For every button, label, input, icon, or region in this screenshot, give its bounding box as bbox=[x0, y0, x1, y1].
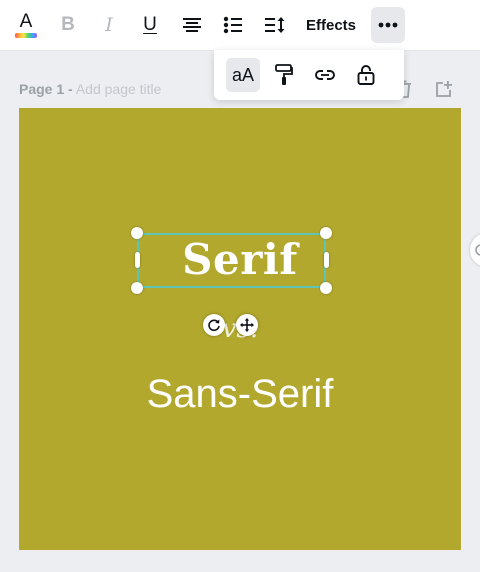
rotate-icon bbox=[208, 319, 220, 332]
more-dots-icon bbox=[378, 22, 398, 28]
add-page-button[interactable] bbox=[435, 80, 453, 103]
side-panel-toggle[interactable] bbox=[470, 233, 480, 267]
rainbow-bar-icon bbox=[15, 33, 37, 38]
bullet-list-icon bbox=[223, 16, 242, 34]
underline-button[interactable]: U bbox=[138, 7, 162, 43]
paint-roller-icon bbox=[275, 64, 293, 85]
underline-glyph: U bbox=[143, 14, 157, 35]
resize-handle-right[interactable] bbox=[324, 252, 329, 268]
page-number-label: Page 1 - bbox=[19, 81, 73, 97]
link-icon bbox=[315, 70, 335, 80]
text-toolbar: A B I U Effects bbox=[0, 0, 480, 51]
move-icon bbox=[240, 318, 254, 332]
text-case-label: aA bbox=[231, 64, 255, 85]
list-button[interactable] bbox=[221, 7, 245, 43]
lock-open-icon bbox=[357, 65, 375, 85]
line-spacing-icon bbox=[265, 17, 285, 33]
spacing-button[interactable] bbox=[262, 7, 288, 43]
align-center-button[interactable] bbox=[180, 7, 204, 43]
copy-style-button[interactable] bbox=[267, 58, 301, 92]
effects-label: Effects bbox=[305, 16, 357, 34]
resize-handle-top-left[interactable] bbox=[131, 227, 143, 239]
selection-box bbox=[137, 233, 326, 288]
more-options-popover: aA bbox=[214, 50, 404, 100]
bold-glyph: B bbox=[61, 14, 75, 35]
text-case-button[interactable]: aA bbox=[226, 58, 260, 92]
text-color-button[interactable]: A bbox=[12, 7, 40, 43]
rotate-handle[interactable] bbox=[203, 314, 225, 336]
resize-handle-bottom-left[interactable] bbox=[131, 282, 143, 294]
refresh-icon bbox=[475, 244, 480, 256]
link-button[interactable] bbox=[308, 58, 342, 92]
italic-glyph: I bbox=[105, 14, 113, 36]
align-center-icon bbox=[183, 18, 201, 32]
add-page-icon bbox=[436, 81, 452, 97]
lock-button[interactable] bbox=[349, 58, 383, 92]
sans-serif-text-element[interactable]: Sans-Serif bbox=[19, 372, 461, 417]
resize-handle-top-right[interactable] bbox=[320, 227, 332, 239]
italic-button[interactable]: I bbox=[97, 7, 121, 43]
move-handle[interactable] bbox=[236, 314, 258, 336]
page-title-input[interactable]: Add page title bbox=[76, 81, 162, 97]
page-header: Page 1 - Add page title bbox=[19, 81, 161, 97]
text-color-glyph: A bbox=[19, 11, 33, 32]
more-options-button[interactable] bbox=[371, 7, 405, 43]
bold-button[interactable]: B bbox=[56, 7, 80, 43]
resize-handle-left[interactable] bbox=[135, 252, 140, 268]
resize-handle-bottom-right[interactable] bbox=[320, 282, 332, 294]
effects-button[interactable]: Effects bbox=[304, 7, 358, 43]
